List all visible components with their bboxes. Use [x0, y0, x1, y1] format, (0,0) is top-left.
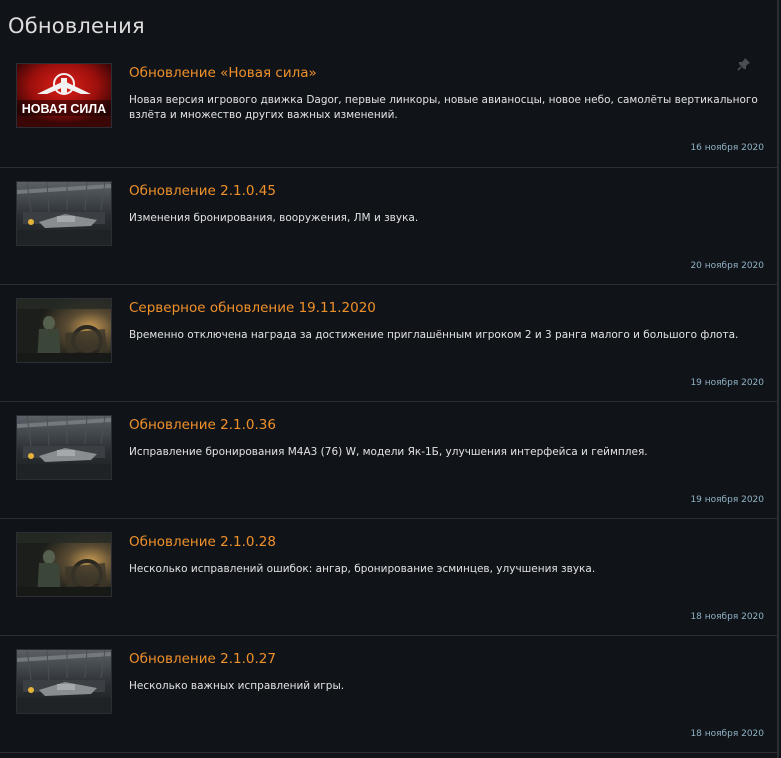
news-description: Изменения бронирования, вооружения, ЛМ и…: [129, 212, 419, 224]
news-description: Несколько исправлений ошибок: ангар, бро…: [129, 563, 596, 575]
page-title: Обновления: [8, 14, 145, 38]
news-date: 19 ноября 2020: [690, 495, 764, 505]
news-date: 19 ноября 2020: [690, 378, 764, 388]
news-title[interactable]: Обновление «Новая сила»: [129, 65, 317, 81]
news-date: 16 ноября 2020: [690, 143, 764, 153]
news-thumbnail[interactable]: [16, 532, 112, 597]
news-description: Исправление бронирования M4A3 (76) W, мо…: [129, 446, 648, 458]
news-description: Временно отключена награда за достижение…: [129, 329, 739, 341]
news-title[interactable]: Обновление 2.1.0.28: [129, 534, 276, 550]
news-description: Новая версия игрового движка Dagor, перв…: [129, 94, 758, 121]
news-list: НОВАЯ СИЛА Обновление «Новая сила» Новая…: [0, 50, 777, 753]
news-item[interactable]: Обновление 2.1.0.36 Исправление брониров…: [0, 402, 777, 519]
news-item[interactable]: Обновление 2.1.0.28 Несколько исправлени…: [0, 519, 777, 636]
news-item[interactable]: НОВАЯ СИЛА Обновление «Новая сила» Новая…: [0, 50, 777, 168]
news-thumbnail[interactable]: [16, 298, 112, 363]
news-thumbnail[interactable]: [16, 415, 112, 480]
news-item[interactable]: Обновление 2.1.0.45 Изменения бронирован…: [0, 168, 777, 285]
news-item[interactable]: Обновление 2.1.0.27 Несколько важных исп…: [0, 636, 777, 753]
news-thumbnail[interactable]: [16, 181, 112, 246]
news-date: 18 ноября 2020: [690, 612, 764, 622]
thumbnail-logo-text: НОВАЯ СИЛА: [22, 102, 106, 116]
news-description: Несколько важных исправлений игры.: [129, 680, 345, 692]
news-title[interactable]: Серверное обновление 19.11.2020: [129, 300, 376, 316]
news-thumbnail[interactable]: НОВАЯ СИЛА: [16, 63, 112, 128]
news-title[interactable]: Обновление 2.1.0.27: [129, 651, 276, 667]
pin-icon: [737, 56, 751, 71]
news-date: 20 ноября 2020: [690, 261, 764, 271]
news-thumbnail[interactable]: [16, 649, 112, 714]
news-title[interactable]: Обновление 2.1.0.36: [129, 417, 276, 433]
news-title[interactable]: Обновление 2.1.0.45: [129, 183, 276, 199]
updates-page: Обновления НОВАЯ СИЛА Обновление «Новая …: [0, 0, 779, 758]
news-date: 18 ноября 2020: [690, 729, 764, 739]
news-item[interactable]: Серверное обновление 19.11.2020 Временно…: [0, 285, 777, 402]
